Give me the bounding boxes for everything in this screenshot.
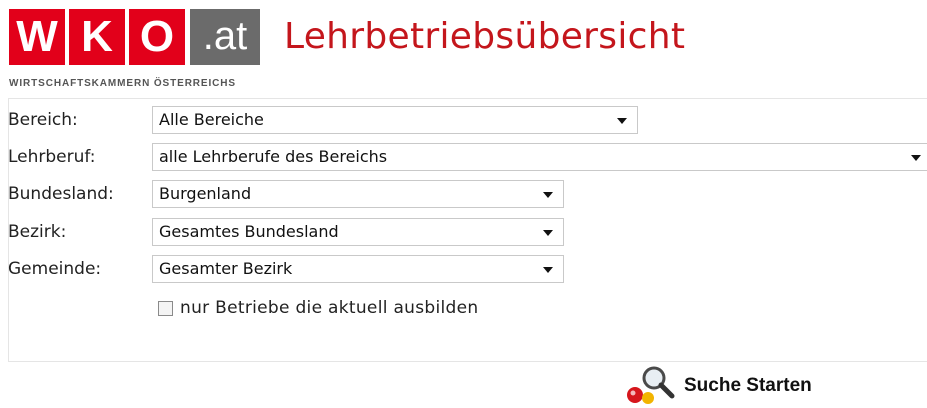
logo-letter-k: K [69, 9, 125, 65]
bezirk-label: Bezirk: [8, 222, 67, 242]
gemeinde-select-value: Gesamter Bezirk [159, 259, 293, 278]
active-training-filter: nur Betriebe die aktuell ausbilden [158, 298, 478, 318]
form-row-lehrberuf: Lehrberuf: alle Lehrberufe des Bereichs [8, 143, 927, 171]
logo-letter-o: O [129, 9, 185, 65]
magnifier-search-icon [627, 366, 675, 404]
lehrberuf-select-value: alle Lehrberufe des Bereichs [159, 147, 388, 166]
lehrberuf-select[interactable]: alle Lehrberufe des Bereichs [152, 143, 927, 171]
form-row-bezirk: Bezirk: Gesamtes Bundesland [8, 218, 564, 246]
chevron-down-icon [543, 267, 553, 273]
wko-logo[interactable]: W K O .at [9, 9, 260, 65]
bundesland-label: Bundesland: [8, 184, 114, 204]
chevron-down-icon [911, 155, 921, 161]
active-training-checkbox[interactable] [158, 300, 173, 316]
bereich-select[interactable]: Alle Bereiche [152, 106, 638, 134]
lehrberuf-label: Lehrberuf: [8, 147, 96, 167]
bereich-label: Bereich: [8, 110, 78, 130]
chevron-down-icon [543, 192, 553, 198]
active-training-checkbox-label[interactable]: nur Betriebe die aktuell ausbilden [180, 298, 478, 318]
chevron-down-icon [617, 118, 627, 124]
gemeinde-select[interactable]: Gesamter Bezirk [152, 255, 564, 283]
gemeinde-label: Gemeinde: [8, 259, 102, 279]
bundesland-select-value: Burgenland [159, 184, 252, 203]
search-start-button[interactable]: Suche Starten [624, 364, 812, 408]
form-row-gemeinde: Gemeinde: Gesamter Bezirk [8, 255, 564, 283]
page-title: Lehrbetriebsübersicht [284, 16, 686, 57]
form-row-bereich: Bereich: Alle Bereiche [8, 106, 638, 134]
chevron-down-icon [543, 230, 553, 236]
bereich-select-value: Alle Bereiche [159, 110, 264, 129]
form-row-bundesland: Bundesland: Burgenland [8, 180, 564, 208]
bezirk-select[interactable]: Gesamtes Bundesland [152, 218, 564, 246]
search-start-label: Suche Starten [684, 375, 812, 396]
logo-letter-w: W [9, 9, 65, 65]
bundesland-select[interactable]: Burgenland [152, 180, 564, 208]
logo-subtitle: WIRTSCHAFTSKAMMERN ÖSTERREICHS [9, 78, 236, 89]
bezirk-select-value: Gesamtes Bundesland [159, 222, 339, 241]
logo-suffix: .at [190, 9, 260, 65]
